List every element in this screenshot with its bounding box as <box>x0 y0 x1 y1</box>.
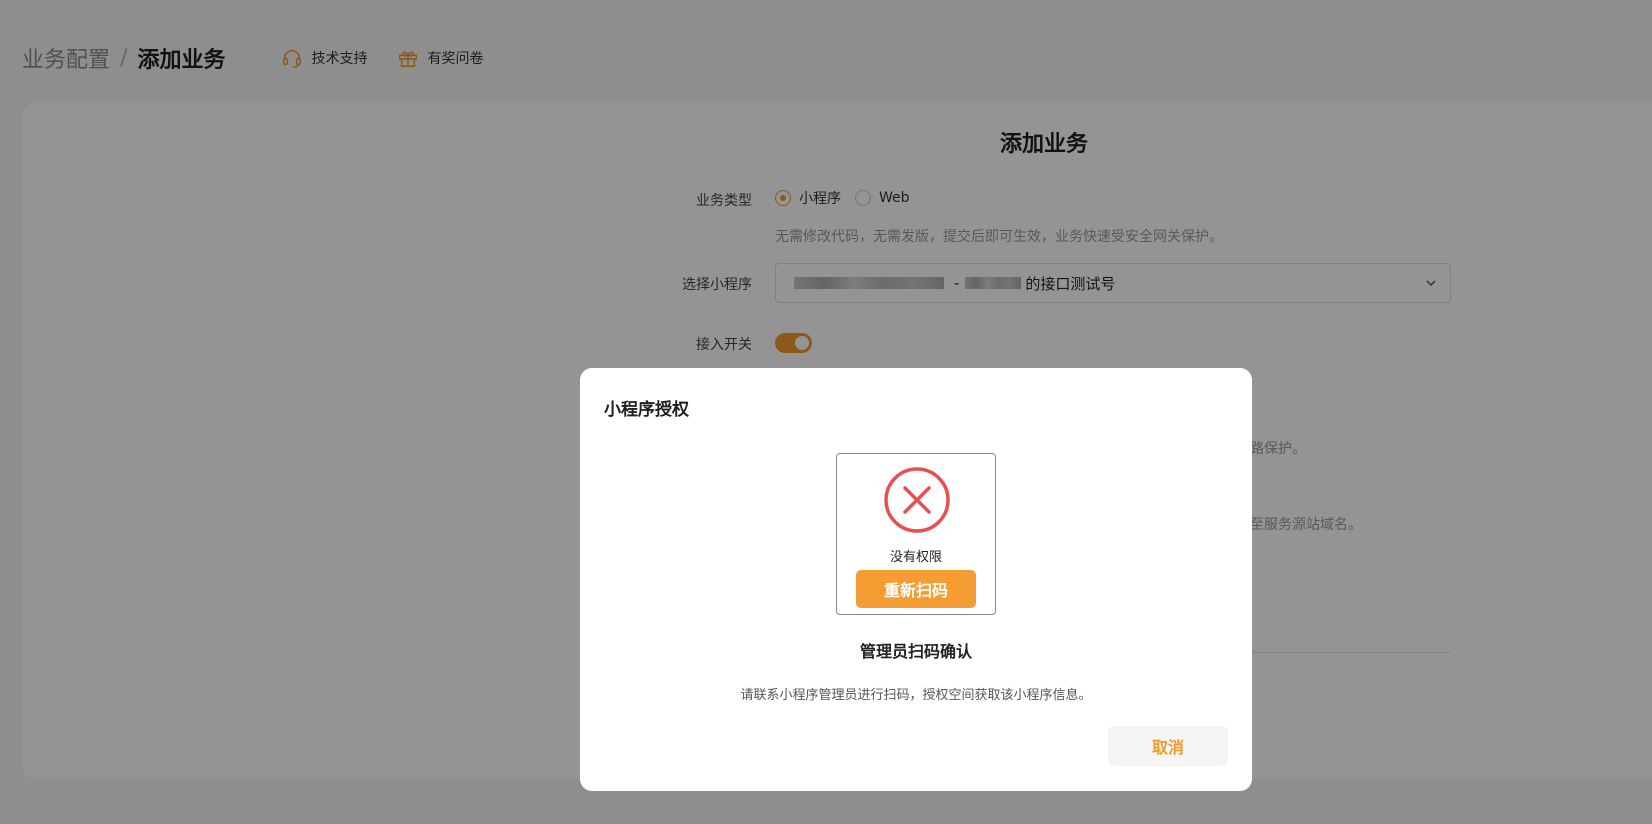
rescan-button[interactable]: 重新扫码 <box>856 570 976 608</box>
modal-title: 小程序授权 <box>604 400 689 420</box>
modal-subtitle: 管理员扫码确认 <box>859 642 972 661</box>
qr-code-box: 没有权限 重新扫码 <box>836 453 996 615</box>
error-circle-icon <box>884 467 950 533</box>
authorization-modal: 小程序授权 没有权限 重新扫码 管理员扫码确认 请联系小程序管理员进行扫码，授权… <box>580 368 1252 791</box>
modal-description: 请联系小程序管理员进行扫码，授权空间获取该小程序信息。 <box>740 688 1092 703</box>
cancel-button[interactable]: 取消 <box>1108 726 1228 766</box>
no-permission-text: 没有权限 <box>889 550 942 565</box>
